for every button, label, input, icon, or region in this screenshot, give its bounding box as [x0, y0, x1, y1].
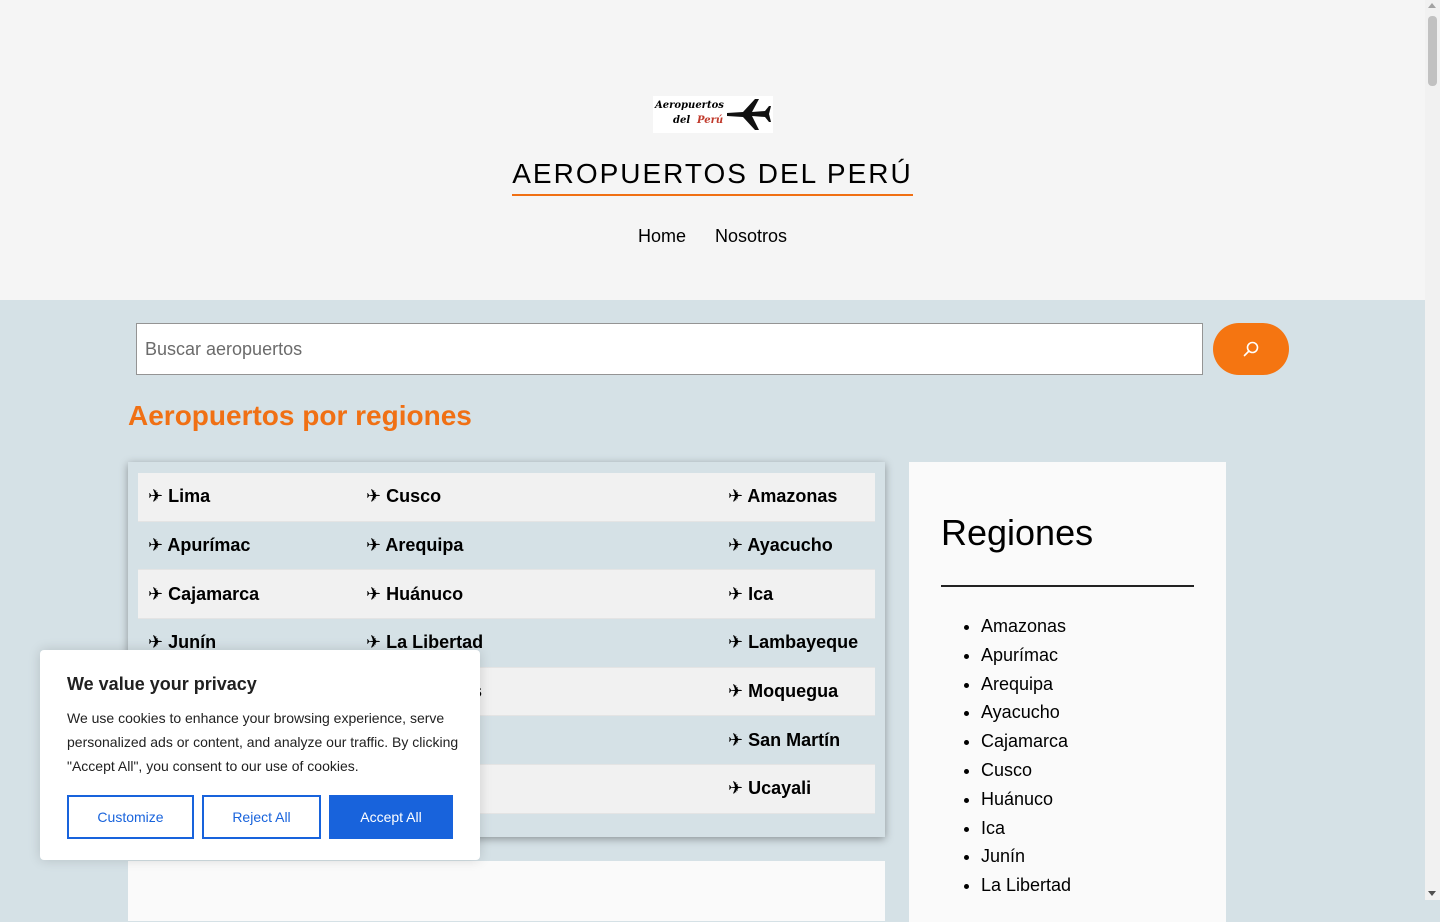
sidebar-region-list: Amazonas Apurímac Arequipa Ayacucho Caja… — [941, 612, 1071, 900]
site-title[interactable]: AEROPUERTOS DEL PERÚ — [0, 158, 1425, 196]
sidebar-item[interactable]: Ayacucho — [981, 698, 1071, 727]
region-link[interactable]: ✈ Ayacucho — [718, 521, 875, 571]
region-link[interactable]: ✈ Lambayeque — [718, 618, 875, 668]
search-button[interactable] — [1213, 323, 1289, 375]
cookie-title: We value your privacy — [67, 674, 257, 694]
region-link[interactable]: ✈ Amazonas — [718, 473, 875, 522]
region-link[interactable]: ✈ Ucayali — [718, 764, 875, 814]
reject-all-button[interactable]: Reject All — [202, 795, 321, 839]
region-link[interactable]: ✈ San Martín — [718, 715, 875, 766]
sidebar-item[interactable]: Huánuco — [981, 785, 1071, 814]
search-icon — [1243, 341, 1259, 357]
site-logo[interactable]: Aeropuertos del Perú — [653, 96, 773, 133]
nav-nosotros[interactable]: Nosotros — [715, 226, 787, 246]
vertical-scrollbar[interactable] — [1425, 0, 1440, 900]
cookie-consent-banner: We value your privacy We use cookies to … — [40, 650, 480, 860]
scrollbar-thumb[interactable] — [1428, 16, 1437, 86]
logo-line-3: Perú — [697, 115, 724, 126]
sidebar-title: Regiones — [941, 512, 1094, 553]
table-row: ✈ Lima ✈ Cusco ✈ Amazonas — [138, 473, 875, 522]
table-row: ✈ Cajamarca ✈ Huánuco ✈ Ica — [138, 569, 875, 620]
sidebar-item[interactable]: La Libertad — [981, 871, 1071, 900]
sidebar-divider — [941, 585, 1194, 587]
sidebar-item[interactable]: Amazonas — [981, 612, 1071, 641]
sidebar-item[interactable]: Junín — [981, 842, 1071, 871]
sidebar-item[interactable]: Arequipa — [981, 670, 1071, 699]
region-link[interactable]: ✈ Moquegua — [718, 667, 875, 717]
region-link[interactable]: ✈ Arequipa — [356, 521, 718, 571]
region-link[interactable]: ✈ Lima — [138, 473, 356, 522]
region-link[interactable]: ✈ Cusco — [356, 473, 718, 522]
main-nav: Home Nosotros — [0, 226, 1425, 247]
logo-line-1: Aeropuertos — [655, 100, 724, 111]
table-row: ✈ Apurímac ✈ Arequipa ✈ Ayacucho — [138, 521, 875, 571]
scroll-up-icon[interactable] — [1428, 3, 1436, 8]
region-link[interactable]: ✈ Apurímac — [138, 521, 356, 571]
sidebar-item[interactable]: Apurímac — [981, 641, 1071, 670]
customize-button[interactable]: Customize — [67, 795, 194, 839]
region-link[interactable]: ✈ Huánuco — [356, 569, 718, 620]
accept-all-button[interactable]: Accept All — [329, 795, 453, 839]
cookie-text: We use cookies to enhance your browsing … — [67, 710, 459, 774]
nav-home[interactable]: Home — [638, 226, 686, 246]
content-card — [128, 861, 885, 921]
search-input[interactable] — [136, 323, 1203, 375]
sidebar-widget: Regiones Amazonas Apurímac Arequipa Ayac… — [909, 462, 1226, 922]
sidebar-item[interactable]: Cajamarca — [981, 727, 1071, 756]
sidebar-item[interactable]: Cusco — [981, 756, 1071, 785]
region-link[interactable]: ✈ Ica — [718, 569, 875, 620]
logo-line-2: del — [673, 115, 691, 126]
airplane-icon — [727, 99, 771, 130]
site-title-text[interactable]: AEROPUERTOS DEL PERÚ — [512, 158, 913, 196]
scroll-down-icon[interactable] — [1428, 891, 1436, 896]
sidebar-item[interactable]: Ica — [981, 814, 1071, 843]
section-title: Aeropuertos por regiones — [128, 400, 472, 431]
region-link[interactable]: ✈ Cajamarca — [138, 569, 356, 620]
site-header: Aeropuertos del Perú AEROPUERTOS DEL PER… — [0, 0, 1425, 300]
